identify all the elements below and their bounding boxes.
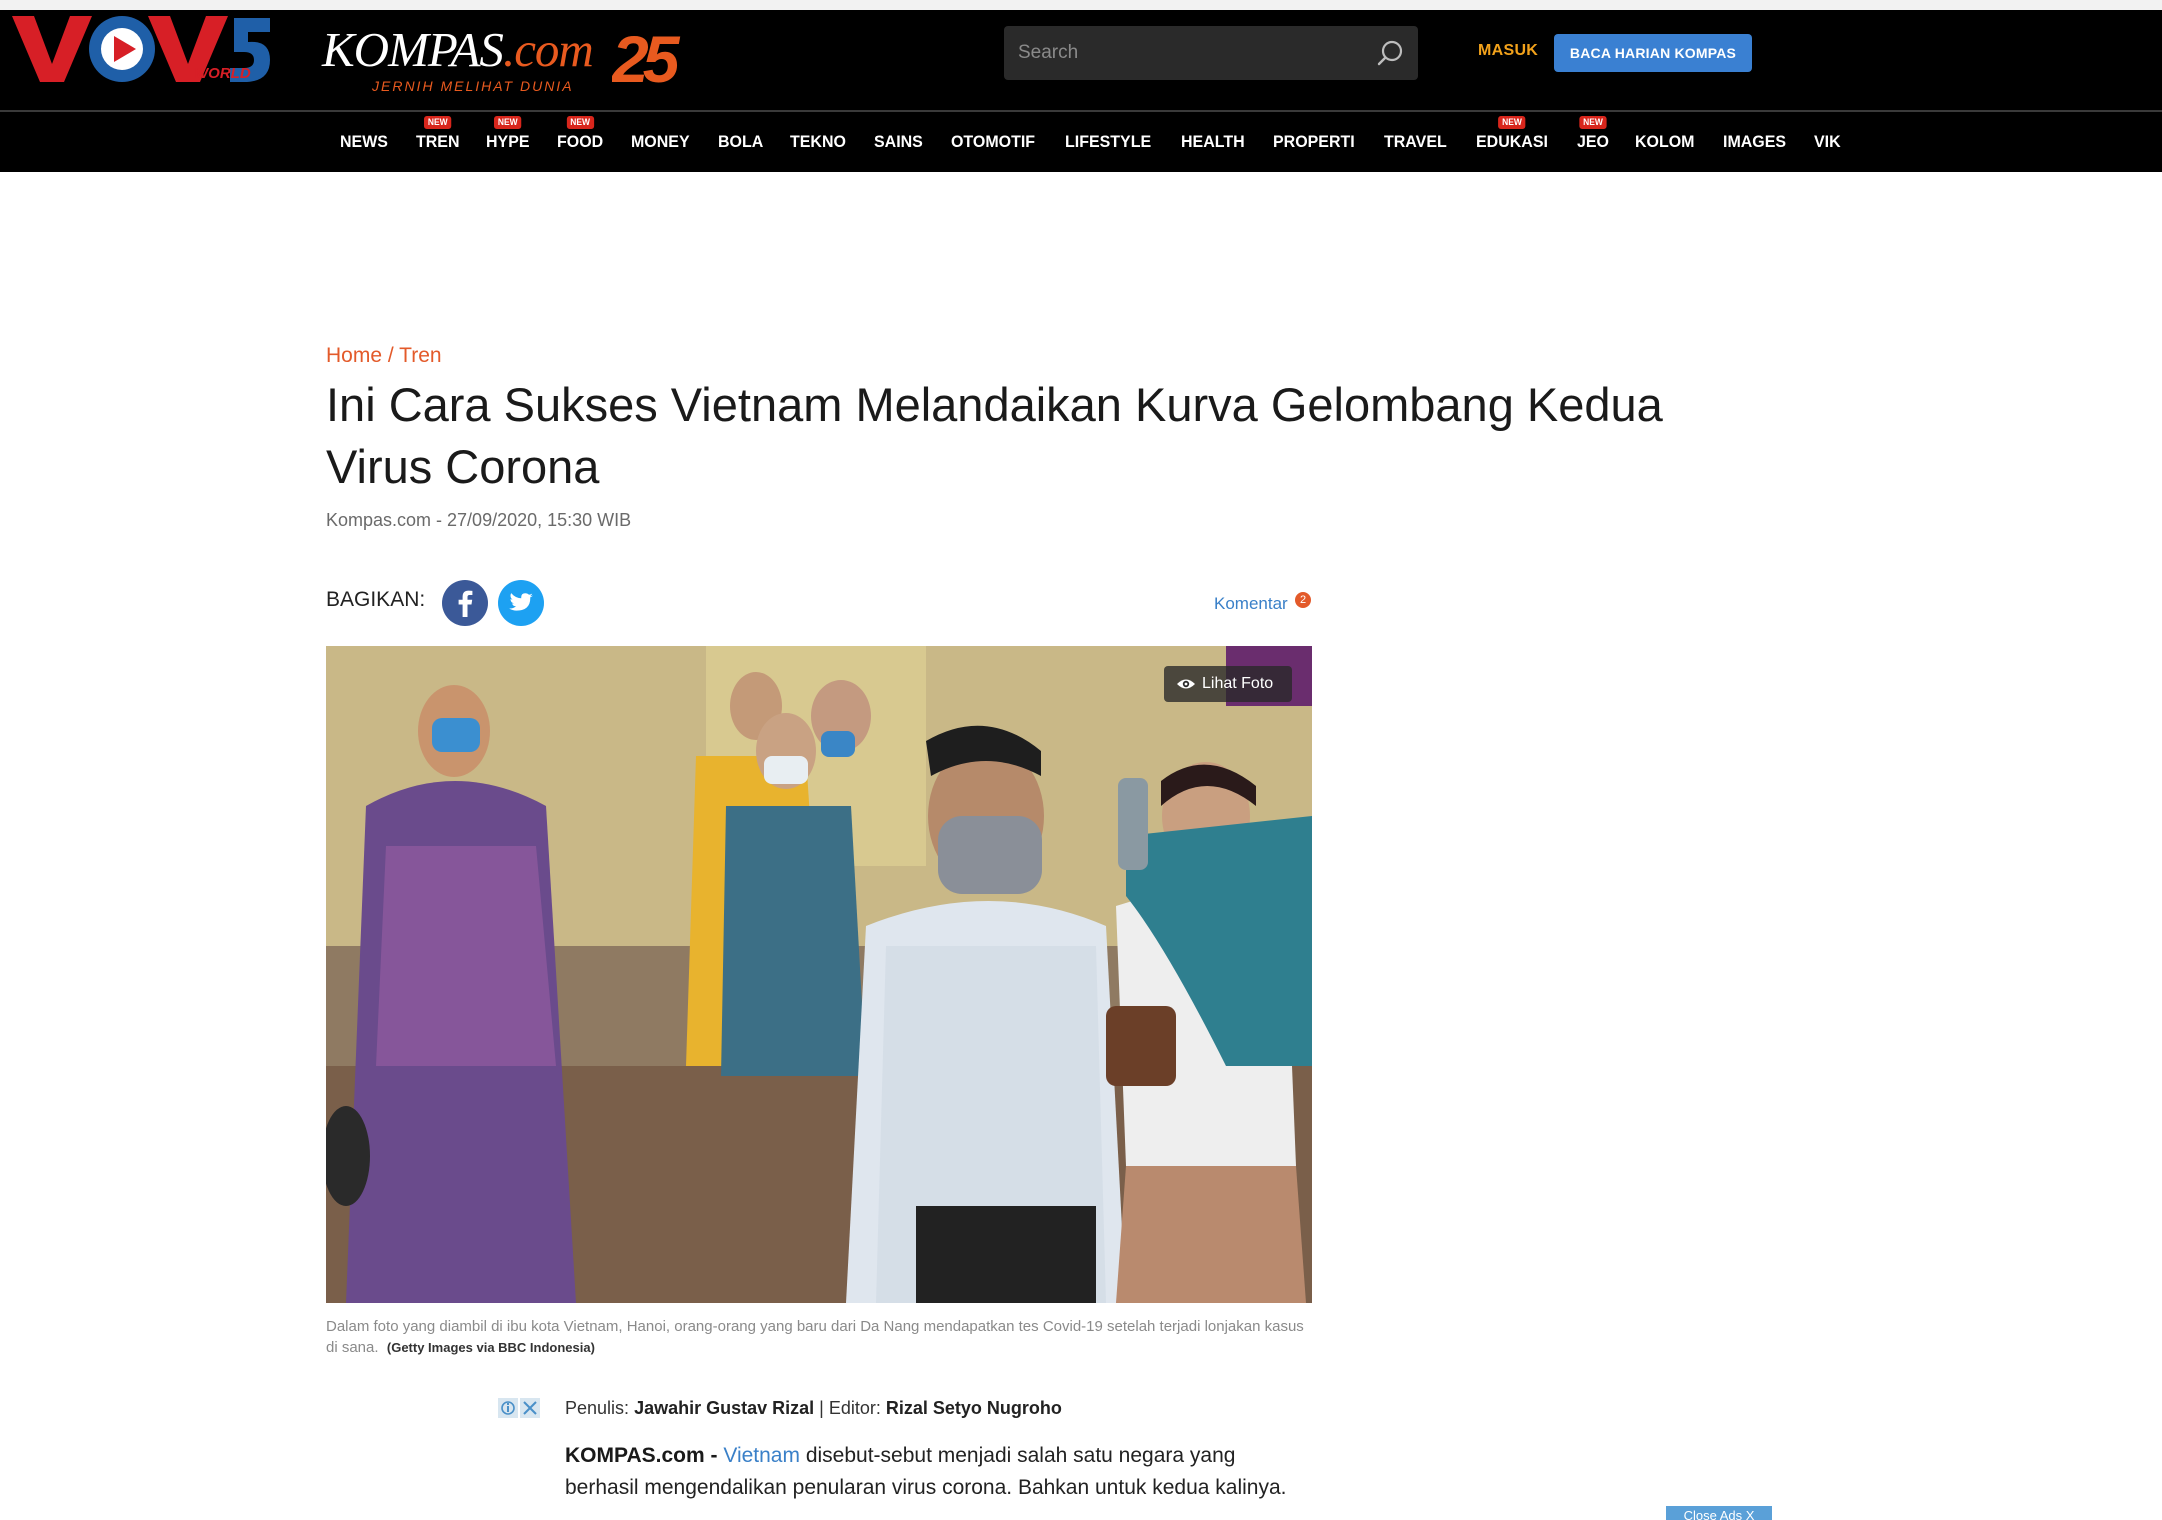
nav-item-label: IMAGES bbox=[1722, 132, 1786, 151]
nav-item-label: TREN bbox=[415, 132, 460, 151]
nav-item-otomotif[interactable]: OTOMOTIF bbox=[951, 112, 1035, 172]
search-icon[interactable] bbox=[1376, 39, 1404, 67]
comments-link[interactable]: Komentar bbox=[1214, 594, 1288, 614]
nav-item-label: TRAVEL bbox=[1384, 132, 1448, 151]
nav-item-label: SAINS bbox=[874, 132, 924, 151]
new-badge: NEW bbox=[566, 116, 594, 129]
article-photo-image bbox=[326, 646, 1312, 1303]
nav-item-tekno[interactable]: TEKNO bbox=[790, 112, 846, 172]
brand-name: KOMPAS bbox=[322, 22, 504, 77]
breadcrumb-home[interactable]: Home bbox=[326, 344, 382, 367]
breadcrumb-separator: / bbox=[382, 344, 400, 367]
article-byline: Kompas.com - 27/09/2020, 15:30 WIB bbox=[326, 510, 632, 530]
eye-icon bbox=[1177, 679, 1195, 689]
view-photo-button[interactable]: Lihat Foto bbox=[1164, 666, 1292, 702]
vov5-logo-sub: WORLD bbox=[194, 65, 251, 82]
nav-item-label: MONEY bbox=[630, 132, 690, 151]
nav-item-label: HYPE bbox=[486, 132, 530, 151]
new-badge: NEW bbox=[494, 116, 522, 129]
nav-item-images[interactable]: IMAGES bbox=[1723, 112, 1786, 172]
facebook-icon bbox=[458, 590, 473, 617]
nav-item-travel[interactable]: TRAVEL bbox=[1384, 112, 1447, 172]
search-box bbox=[1004, 26, 1418, 80]
vietnam-link[interactable]: Vietnam bbox=[723, 1444, 800, 1467]
nav-item-label: FOOD bbox=[557, 132, 604, 151]
nav-item-sains[interactable]: SAINS bbox=[874, 112, 923, 172]
nav-item-label: PROPERTI bbox=[1272, 132, 1355, 151]
nav-item-kolom[interactable]: KOLOM bbox=[1635, 112, 1694, 172]
nav-item-money[interactable]: MONEY bbox=[631, 112, 690, 172]
anniversary-25-badge: 25 bbox=[612, 26, 687, 90]
nav-item-label: OTOMOTIF bbox=[950, 132, 1035, 151]
breadcrumb: Home / Tren bbox=[326, 344, 442, 368]
nav-item-properti[interactable]: PROPERTI bbox=[1273, 112, 1355, 172]
brand-tld: .com bbox=[502, 22, 594, 77]
vov5-logo: WORLD bbox=[12, 16, 270, 82]
editor-name: Rizal Setyo Nugroho bbox=[885, 1398, 1062, 1418]
article-lead: KOMPAS.com - bbox=[565, 1444, 718, 1467]
nav-item-hype[interactable]: HYPE NEW bbox=[486, 112, 530, 172]
nav-item-label: JEO bbox=[1576, 132, 1609, 151]
nav-item-edukasi[interactable]: EDUKASI NEW bbox=[1475, 112, 1548, 172]
nav-item-bola[interactable]: BOLA bbox=[718, 112, 763, 172]
nav-item-label: NEWS bbox=[340, 132, 388, 151]
adchoices-icon[interactable] bbox=[498, 1398, 540, 1418]
nav-item-jeo[interactable]: JEO NEW bbox=[1577, 112, 1609, 172]
comment-count-badge: 2 bbox=[1295, 592, 1311, 608]
new-badge: NEW bbox=[423, 116, 451, 129]
main-nav: NEWS TREN NEW HYPE NEW FOOD NEW MONEY BOLA TEKNO S… bbox=[0, 112, 2162, 172]
breadcrumb-section[interactable]: Tren bbox=[399, 344, 441, 367]
share-label: BAGIKAN: bbox=[326, 588, 426, 611]
top-strip bbox=[0, 0, 2162, 10]
article-body: KOMPAS.com - Vietnam disebut-sebut menja… bbox=[565, 1440, 1305, 1504]
kompas-logo[interactable]: KOMPAS.com JERNIH MELIHAT DUNIA 25 bbox=[322, 22, 702, 96]
nav-item-news[interactable]: NEWS bbox=[340, 112, 388, 172]
nav-item-label: VIK bbox=[1814, 132, 1842, 151]
view-photo-label: Lihat Foto bbox=[1202, 675, 1274, 692]
nav-item-label: KOLOM bbox=[1635, 132, 1695, 151]
nav-item-health[interactable]: HEALTH bbox=[1181, 112, 1245, 172]
login-link[interactable]: MASUK bbox=[1478, 42, 1538, 60]
editor-label: | Editor: bbox=[819, 1398, 881, 1418]
nav-list: NEWS TREN NEW HYPE NEW FOOD NEW MONEY BOLA TEKNO S… bbox=[340, 112, 1867, 172]
nav-item-vik[interactable]: VIK bbox=[1814, 112, 1841, 172]
nav-item-label: BOLA bbox=[717, 132, 763, 151]
twitter-icon bbox=[509, 593, 533, 611]
nav-item-label: TEKNO bbox=[790, 132, 847, 151]
article-credits: Penulis: Jawahir Gustav Rizal | Editor: … bbox=[565, 1398, 1062, 1419]
new-badge: NEW bbox=[1497, 116, 1526, 129]
read-daily-button[interactable]: BACA HARIAN KOMPAS bbox=[1554, 34, 1752, 72]
article-title: Ini Cara Sukses Vietnam Melandaikan Kurv… bbox=[326, 378, 1663, 493]
nav-item-lifestyle[interactable]: LIFESTYLE bbox=[1065, 112, 1151, 172]
nav-item-tren[interactable]: TREN NEW bbox=[415, 112, 460, 172]
close-ads-button[interactable]: Close Ads X bbox=[1666, 1506, 1772, 1520]
search-input[interactable] bbox=[1018, 26, 1358, 80]
photo-credit: (Getty Images via BBC Indonesia) bbox=[386, 1340, 595, 1355]
nav-item-food[interactable]: FOOD NEW bbox=[557, 112, 603, 172]
nav-item-label: EDUKASI bbox=[1475, 132, 1548, 151]
anniversary-number: 25 bbox=[612, 26, 681, 90]
writer-name: Jawahir Gustav Rizal bbox=[634, 1398, 815, 1418]
share-facebook-button[interactable] bbox=[442, 580, 488, 626]
share-twitter-button[interactable] bbox=[498, 580, 544, 626]
writer-label: Penulis: bbox=[565, 1398, 630, 1418]
nav-item-label: LIFESTYLE bbox=[1064, 132, 1151, 151]
brand-tagline: JERNIH MELIHAT DUNIA bbox=[372, 78, 574, 94]
photo-caption: Dalam foto yang diambil di ibu kota Viet… bbox=[326, 1316, 1306, 1358]
nav-item-label: HEALTH bbox=[1180, 132, 1245, 151]
new-badge: NEW bbox=[1578, 116, 1607, 129]
article-photo[interactable] bbox=[326, 646, 1312, 1303]
